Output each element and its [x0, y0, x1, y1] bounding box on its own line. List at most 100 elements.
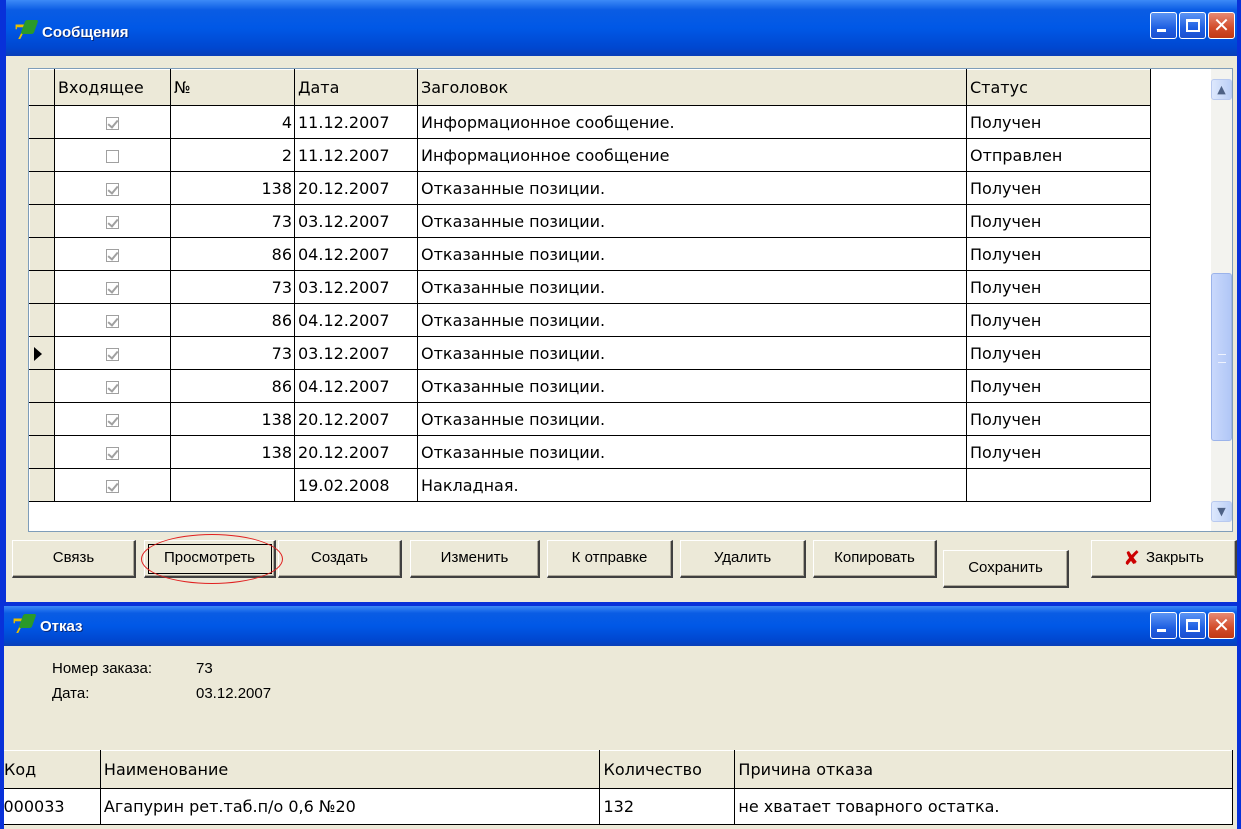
connect-button[interactable]: Связь: [12, 540, 136, 578]
cell-status[interactable]: Получен: [966, 105, 1151, 139]
incoming-checkbox[interactable]: [106, 446, 119, 460]
refusal-grid[interactable]: Код Наименование Количество Причина отка…: [4, 750, 1237, 829]
column-header-number[interactable]: №: [170, 69, 295, 106]
cell-date[interactable]: 19.02.2008: [294, 468, 418, 502]
cell-incoming[interactable]: [54, 270, 171, 304]
row-indicator[interactable]: [29, 336, 55, 370]
close-button[interactable]: ✘ Закрыть: [1091, 540, 1237, 578]
cell-number[interactable]: 2: [170, 138, 295, 172]
column-header-status[interactable]: Статус: [966, 69, 1151, 106]
cell-subject[interactable]: Информационное сообщение.: [417, 105, 967, 139]
cell-status[interactable]: Получен: [966, 369, 1151, 403]
column-header-name[interactable]: Наименование: [99, 750, 601, 789]
cell-number[interactable]: 86: [170, 303, 295, 337]
cell-subject[interactable]: Отказанные позиции.: [417, 204, 967, 238]
cell-number[interactable]: 73: [170, 204, 295, 238]
cell-date[interactable]: 20.12.2007: [294, 402, 418, 436]
incoming-checkbox[interactable]: [106, 347, 119, 361]
row-indicator[interactable]: [29, 369, 55, 403]
cell-status[interactable]: Получен: [966, 303, 1151, 337]
view-button[interactable]: Просмотреть: [144, 540, 276, 578]
cell-incoming[interactable]: [54, 369, 171, 403]
table-row[interactable]: 000033 Агапурин рет.таб.п/о 0,6 №20 132 …: [4, 788, 1233, 825]
row-indicator[interactable]: [29, 105, 55, 139]
column-header-code[interactable]: Код: [4, 750, 101, 789]
row-indicator[interactable]: [29, 138, 55, 172]
cell-reason[interactable]: не хватает товарного остатка.: [734, 788, 1233, 825]
incoming-checkbox[interactable]: [106, 182, 119, 196]
table-row[interactable]: 2 11.12.2007 Информационное сообщение Отпра…: [29, 138, 1151, 172]
delete-button[interactable]: Удалить: [680, 540, 806, 578]
row-indicator[interactable]: [29, 435, 55, 469]
incoming-checkbox[interactable]: [106, 380, 119, 394]
cell-name[interactable]: Агапурин рет.таб.п/о 0,6 №20: [100, 788, 601, 825]
cell-subject[interactable]: Отказанные позиции.: [417, 303, 967, 337]
cell-status[interactable]: Получен: [966, 270, 1151, 304]
cell-quantity[interactable]: 132: [599, 788, 736, 825]
cell-number[interactable]: 138: [170, 435, 295, 469]
column-header-date[interactable]: Дата: [294, 69, 418, 106]
cell-subject[interactable]: Отказанные позиции.: [417, 237, 967, 271]
cell-status[interactable]: Получен: [966, 171, 1151, 205]
cell-subject[interactable]: Отказанные позиции.: [417, 369, 967, 403]
incoming-checkbox[interactable]: [106, 116, 119, 130]
incoming-checkbox[interactable]: [106, 149, 119, 163]
cell-status[interactable]: Получен: [966, 402, 1151, 436]
cell-incoming[interactable]: [54, 237, 171, 271]
cell-date[interactable]: 11.12.2007: [294, 138, 418, 172]
incoming-checkbox[interactable]: [106, 314, 119, 328]
cell-number[interactable]: 138: [170, 171, 295, 205]
messages-titlebar[interactable]: 7 Сообщения ✕: [6, 0, 1237, 56]
cell-number[interactable]: 86: [170, 237, 295, 271]
incoming-checkbox[interactable]: [106, 281, 119, 295]
row-indicator[interactable]: [29, 468, 55, 502]
cell-incoming[interactable]: [54, 435, 171, 469]
row-indicator[interactable]: [29, 204, 55, 238]
to-send-button[interactable]: К отправке: [547, 540, 673, 578]
cell-status[interactable]: Получен: [966, 237, 1151, 271]
cell-number[interactable]: 138: [170, 402, 295, 436]
row-indicator[interactable]: [29, 171, 55, 205]
cell-subject[interactable]: Отказанные позиции.: [417, 402, 967, 436]
row-indicator[interactable]: [29, 303, 55, 337]
scroll-thumb[interactable]: [1211, 273, 1232, 441]
cell-date[interactable]: 04.12.2007: [294, 303, 418, 337]
cell-subject[interactable]: Отказанные позиции.: [417, 435, 967, 469]
cell-status[interactable]: Отправлен: [966, 138, 1151, 172]
create-button[interactable]: Создать: [278, 540, 402, 578]
cell-subject[interactable]: Отказанные позиции.: [417, 336, 967, 370]
cell-incoming[interactable]: [54, 204, 171, 238]
table-row[interactable]: 19.02.2008 Накладная.: [29, 468, 1151, 502]
cell-number[interactable]: [170, 468, 295, 502]
cell-date[interactable]: 04.12.2007: [294, 237, 418, 271]
incoming-checkbox[interactable]: [106, 479, 119, 493]
cell-number[interactable]: 4: [170, 105, 295, 139]
row-indicator[interactable]: [29, 402, 55, 436]
cell-number[interactable]: 73: [170, 336, 295, 370]
cell-subject[interactable]: Накладная.: [417, 468, 967, 502]
cell-incoming[interactable]: [54, 468, 171, 502]
cell-subject[interactable]: Отказанные позиции.: [417, 270, 967, 304]
table-row[interactable]: 73 03.12.2007 Отказанные позиции. Получен: [29, 204, 1151, 238]
table-row[interactable]: 4 11.12.2007 Информационное сообщение. Полу…: [29, 105, 1151, 139]
maximize-button[interactable]: [1179, 12, 1206, 39]
copy-button[interactable]: Копировать: [813, 540, 937, 578]
table-row[interactable]: 138 20.12.2007 Отказанные позиции. Получен: [29, 402, 1151, 436]
cell-incoming[interactable]: [54, 171, 171, 205]
cell-incoming[interactable]: [54, 336, 171, 370]
cell-date[interactable]: 20.12.2007: [294, 171, 418, 205]
cell-status[interactable]: Получен: [966, 204, 1151, 238]
table-row[interactable]: 138 20.12.2007 Отказанные позиции. Получен: [29, 435, 1151, 469]
cell-date[interactable]: 03.12.2007: [294, 336, 418, 370]
scroll-down-button[interactable]: ▼: [1211, 501, 1232, 522]
table-row[interactable]: 86 04.12.2007 Отказанные позиции. Получен: [29, 303, 1151, 337]
cell-date[interactable]: 03.12.2007: [294, 204, 418, 238]
maximize-button[interactable]: [1179, 612, 1206, 639]
cell-status[interactable]: [966, 468, 1151, 502]
cell-number[interactable]: 73: [170, 270, 295, 304]
close-window-button[interactable]: ✕: [1208, 612, 1235, 639]
cell-status[interactable]: Получен: [966, 435, 1151, 469]
table-row[interactable]: 73 03.12.2007 Отказанные позиции. Получен: [29, 270, 1151, 304]
cell-status[interactable]: Получен: [966, 336, 1151, 370]
cell-incoming[interactable]: [54, 105, 171, 139]
